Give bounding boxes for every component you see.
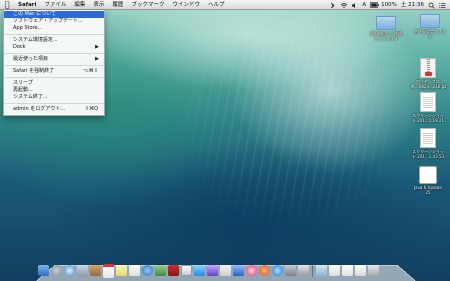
- calendar-icon[interactable]: [103, 263, 114, 278]
- downloads-stack-icon[interactable]: [316, 265, 327, 276]
- menu-bar:  Safari ファイル 編集 表示 履歴 ブックマーク ウインドウ ヘルプ …: [0, 0, 450, 10]
- menu-item-restart[interactable]: 再起動...: [4, 87, 104, 94]
- contacts-icon[interactable]: [90, 265, 101, 276]
- desktop-icon-label: ワイヤレス診断...0824...218.gz: [411, 79, 447, 89]
- menu-history[interactable]: 履歴: [108, 0, 127, 10]
- messages-icon[interactable]: [142, 265, 153, 276]
- ibooks-icon[interactable]: [259, 265, 270, 276]
- desktop-icon-label: 選択項目から作成したフォルダ: [370, 31, 402, 41]
- iphoto-icon[interactable]: [181, 265, 192, 276]
- menu-separator: [4, 77, 104, 78]
- shortcut-force-quit: ⌥⌘⇧: [83, 68, 98, 74]
- menu-separator: [4, 53, 104, 54]
- battery-percent: 100%: [381, 2, 397, 8]
- desktop-zip-file[interactable]: ワイヤレス診断...0824...218.gz: [411, 58, 447, 89]
- spotlight-icon[interactable]: [428, 2, 435, 9]
- finder-icon[interactable]: [38, 265, 49, 276]
- menu-item-shutdown[interactable]: システム終了...: [4, 94, 104, 101]
- itunes-icon[interactable]: [246, 265, 257, 276]
- maps-icon[interactable]: [194, 265, 205, 276]
- documents-stack-icon[interactable]: [329, 265, 340, 276]
- desktop-icon-label: スクリーンショット 201...1.19.21: [412, 113, 444, 123]
- app-store-icon[interactable]: [272, 265, 283, 276]
- menu-item-app-store[interactable]: App Store...: [4, 25, 104, 32]
- system-preferences-icon[interactable]: [285, 265, 296, 276]
- imovie-icon[interactable]: [207, 265, 218, 276]
- menu-separator: [4, 103, 104, 104]
- dock-separator: [312, 264, 313, 277]
- safari-icon[interactable]: [64, 265, 75, 276]
- apple-menu-dropdown: この Mac について ソフトウェア・アップデート... App Store..…: [3, 10, 105, 116]
- battery-icon[interactable]: [370, 2, 379, 8]
- desktop-screenshot-1[interactable]: スクリーンショット 201...1.19.21: [411, 92, 445, 123]
- launchpad-icon[interactable]: [51, 265, 62, 276]
- clock[interactable]: 土 21:36: [401, 0, 424, 10]
- shortcut-logout: ⇧⌘Q: [84, 106, 98, 112]
- stack-icon[interactable]: [342, 265, 353, 276]
- menu-help[interactable]: ヘルプ: [204, 0, 229, 10]
- menu-item-logout-label: admin をログアウト...: [13, 106, 66, 112]
- photo-booth-icon[interactable]: [168, 265, 179, 276]
- notification-center-icon[interactable]: [439, 2, 446, 8]
- utility-icon[interactable]: [298, 265, 309, 276]
- menu-separator: [4, 65, 104, 66]
- input-source-flag[interactable]: A: [362, 0, 366, 10]
- menu-edit[interactable]: 編集: [70, 0, 89, 10]
- menu-view[interactable]: 表示: [89, 0, 108, 10]
- notes-icon[interactable]: [116, 265, 127, 276]
- menu-item-recent-items-label: 最近使った項目: [13, 56, 49, 62]
- bluetooth-icon[interactable]: [329, 2, 336, 9]
- menu-item-dock-label: Dock: [13, 44, 26, 50]
- package-icon: [419, 166, 437, 184]
- menu-item-logout[interactable]: admin をログアウト... ⇧⌘Q: [4, 106, 104, 113]
- desktop-icon-label: Java 6 Update 25: [413, 185, 443, 195]
- submenu-arrow-icon: ▶: [95, 56, 99, 62]
- mail-icon[interactable]: [77, 265, 88, 276]
- app-menu-safari[interactable]: Safari: [14, 0, 40, 10]
- folder-icon: [376, 14, 396, 30]
- desktop-folder-untitled[interactable]: 名称未設定フォルダ: [413, 12, 447, 39]
- submenu-arrow-icon: ▶: [95, 44, 99, 50]
- image-file-icon: [420, 92, 436, 112]
- menu-item-about-this-mac[interactable]: この Mac について: [4, 11, 104, 18]
- menu-item-dock[interactable]: Dock ▶: [4, 44, 104, 51]
- stack-icon[interactable]: [355, 265, 366, 276]
- trash-icon[interactable]: [368, 265, 379, 276]
- dock: [38, 262, 416, 279]
- menu-item-system-preferences[interactable]: システム環境設定...: [4, 37, 104, 44]
- iwork-icon[interactable]: [220, 265, 231, 276]
- desktop-screenshot-2[interactable]: スクリーンショット 201...1.43.53: [411, 128, 445, 159]
- reminders-icon[interactable]: [129, 265, 140, 276]
- folder-icon: [420, 12, 440, 28]
- desktop-icon-label: 名称未設定フォルダ: [414, 29, 446, 39]
- facetime-icon[interactable]: [155, 265, 166, 276]
- desktop-java-package[interactable]: Java 6 Update 25: [411, 166, 445, 195]
- menu-item-force-quit-label: Safari を強制終了: [13, 68, 55, 74]
- volume-icon[interactable]: [351, 2, 358, 8]
- status-area: A 100% 土 21:36: [329, 0, 446, 10]
- apple-menu-icon[interactable]: : [0, 0, 14, 9]
- desktop-folder-selection[interactable]: 選択項目から作成したフォルダ: [369, 14, 403, 41]
- menu-item-force-quit[interactable]: Safari を強制終了 ⌥⌘⇧: [4, 68, 104, 75]
- wifi-icon[interactable]: [340, 2, 348, 9]
- image-file-icon: [420, 128, 436, 148]
- menu-item-sleep[interactable]: スリープ: [4, 80, 104, 87]
- desktop-icon-label: スクリーンショット 201...1.43.53: [412, 149, 444, 159]
- menu-item-software-update[interactable]: ソフトウェア・アップデート...: [4, 18, 104, 25]
- keynote-icon[interactable]: [233, 265, 244, 276]
- menu-separator: [4, 34, 104, 35]
- menu-window[interactable]: ウインドウ: [168, 0, 204, 10]
- archive-icon: [420, 58, 436, 78]
- menu-item-recent-items[interactable]: 最近使った項目 ▶: [4, 56, 104, 63]
- menu-bookmarks[interactable]: ブックマーク: [127, 0, 168, 10]
- menu-file[interactable]: ファイル: [40, 0, 70, 10]
